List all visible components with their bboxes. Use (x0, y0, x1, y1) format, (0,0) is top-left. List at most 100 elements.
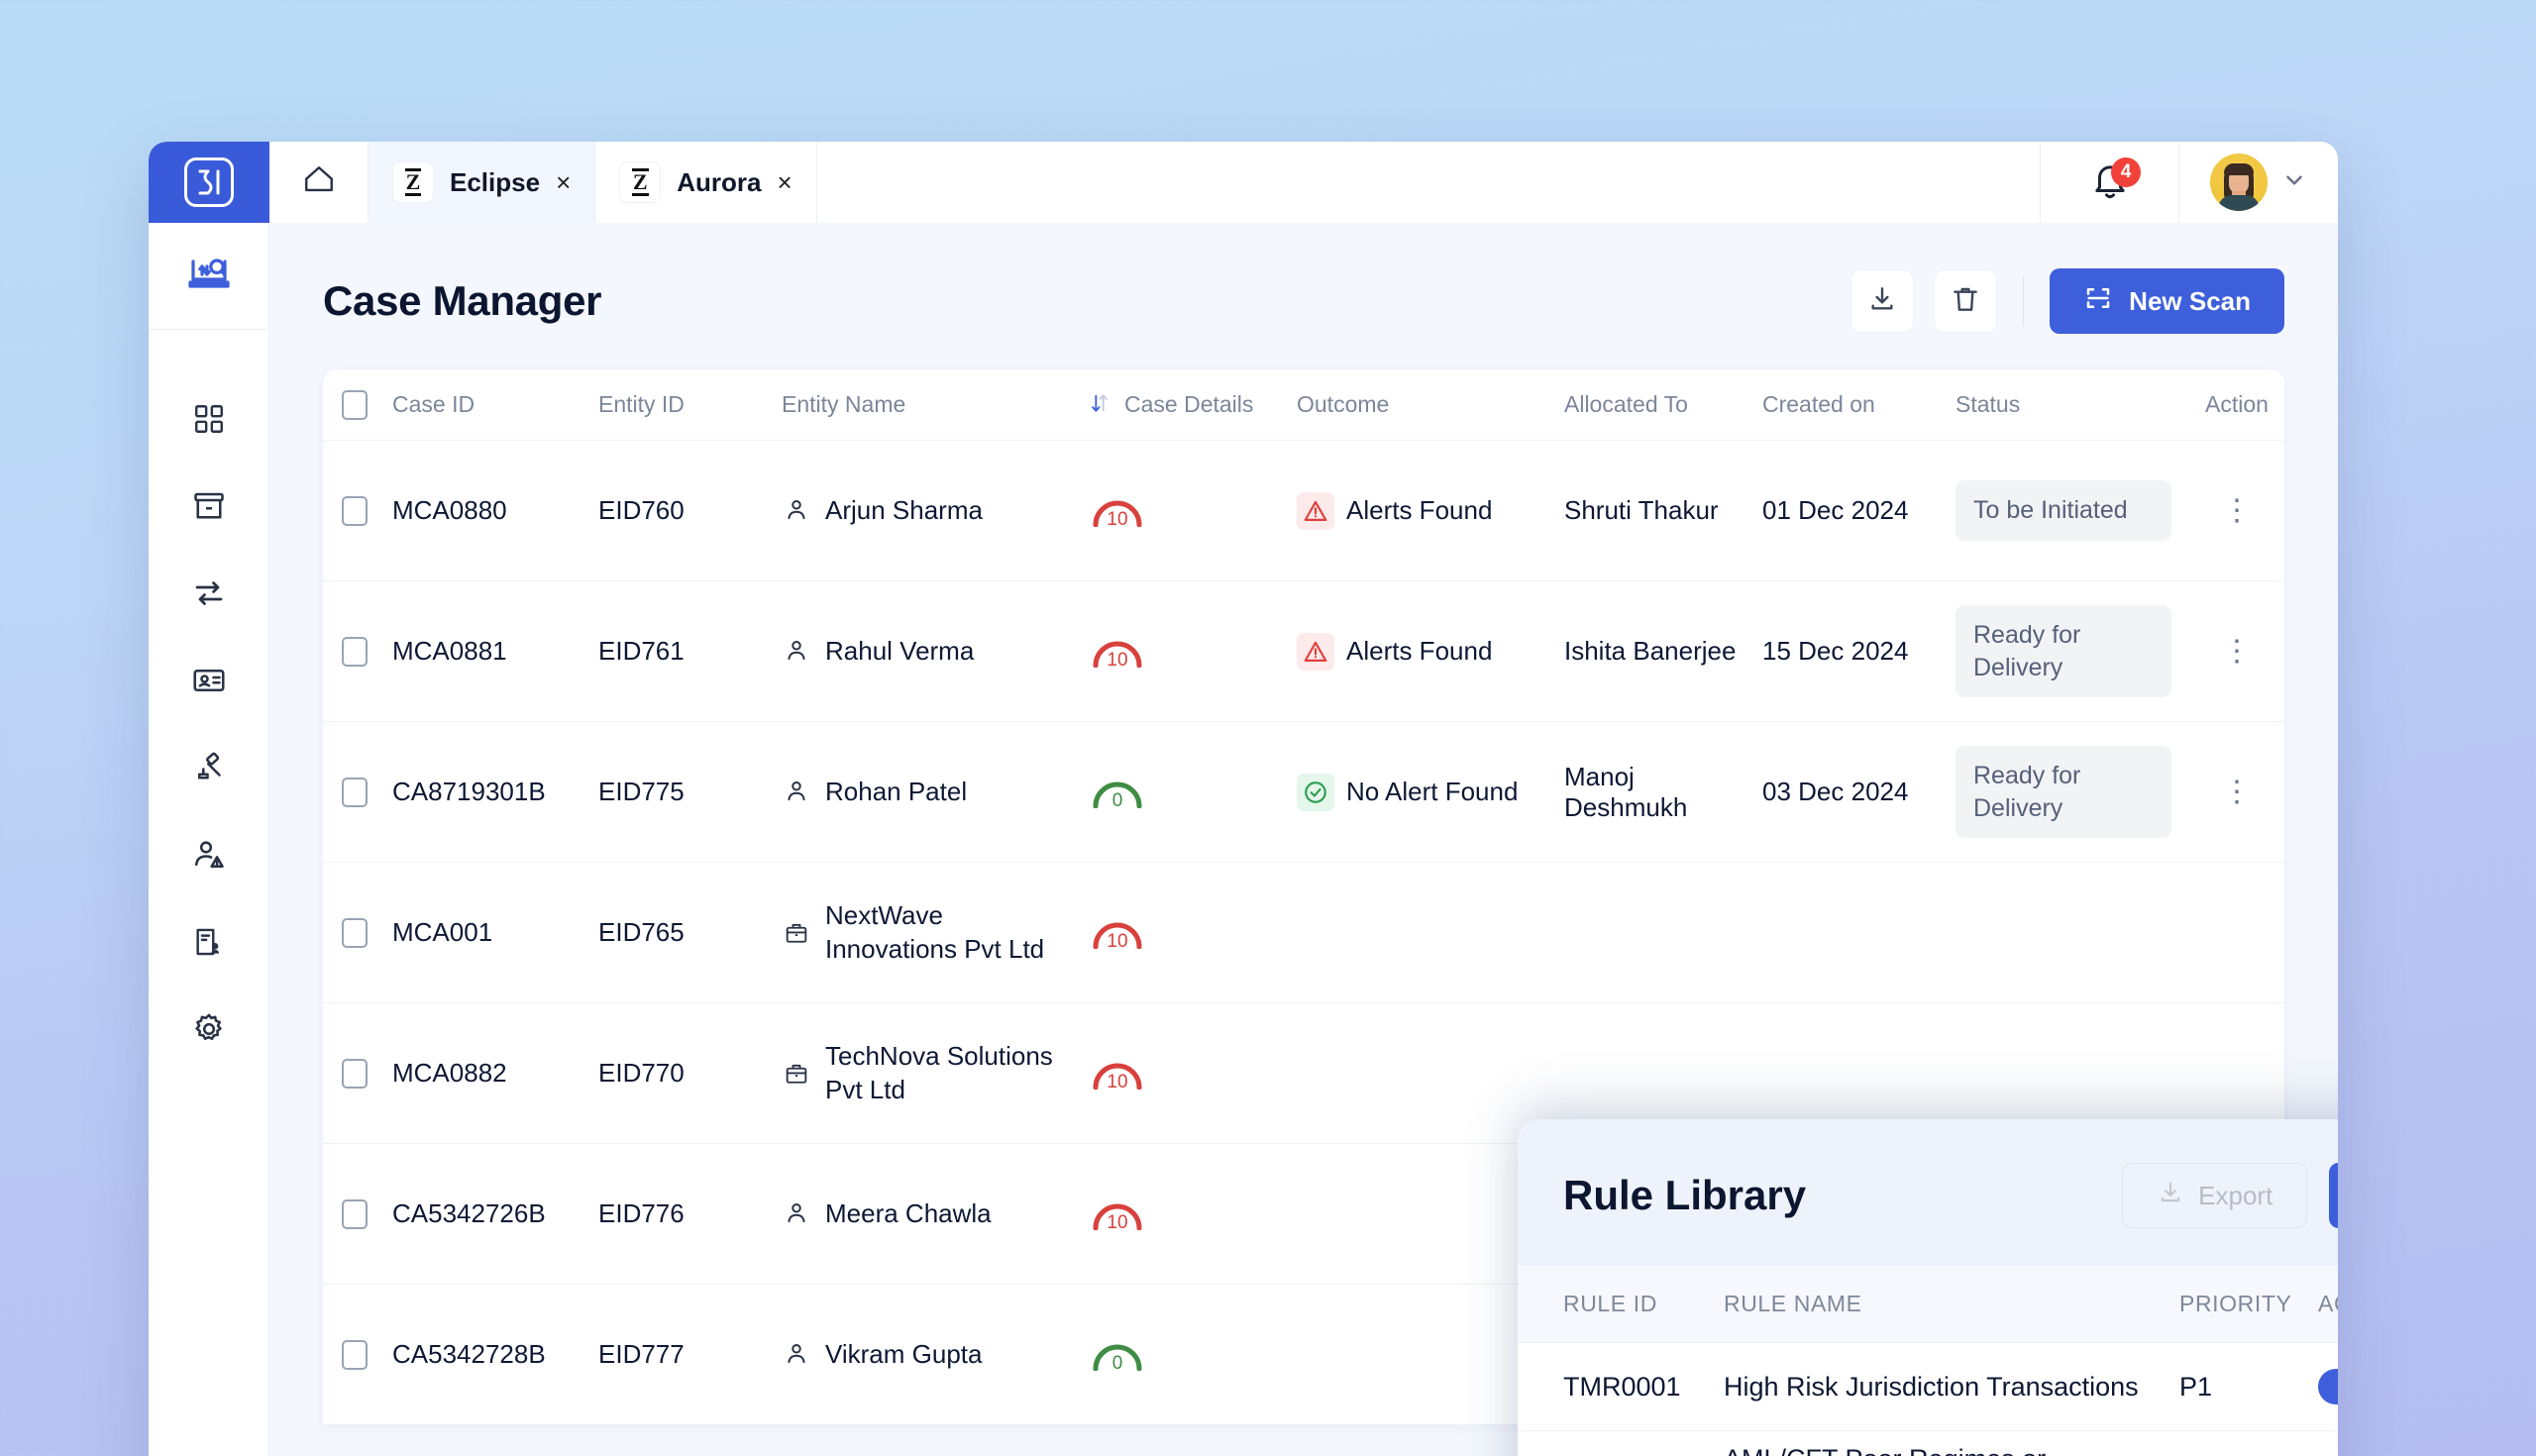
row-menu-icon[interactable]: ⋮ (2222, 777, 2252, 806)
rule-library-actions: Export + Create new Rule (2122, 1163, 2338, 1228)
outcome-label: Alerts Found (1346, 636, 1493, 666)
row-checkbox[interactable] (323, 777, 386, 807)
column-header-case-details-label: Case Details (1124, 391, 1254, 417)
brand-logo[interactable] (149, 142, 269, 223)
chevron-down-icon (2281, 167, 2307, 198)
header-divider (2023, 276, 2025, 326)
row-checkbox[interactable] (323, 636, 386, 667)
cell-case-details: 0 (1083, 1337, 1291, 1374)
checkbox-icon[interactable] (342, 1058, 368, 1089)
column-header-case-id[interactable]: Case ID (386, 391, 592, 418)
column-header-entity-name[interactable]: Entity Name (776, 391, 1083, 418)
risk-score-gauge: 10 (1089, 634, 1146, 671)
risk-score-value: 10 (1107, 508, 1128, 530)
risk-score-gauge: 10 (1089, 1056, 1146, 1092)
column-header-case-details[interactable]: Case Details (1083, 390, 1291, 420)
table-row[interactable]: MCA0880 EID760 Arjun Sharma 10 Alerts Found S… (323, 441, 2284, 581)
tab-aurora[interactable]: Z Aurora × (595, 142, 817, 223)
sidebar-item-user-alert[interactable] (187, 835, 231, 879)
checkbox-icon[interactable] (342, 917, 368, 948)
cell-action[interactable]: ⋮ (2177, 495, 2284, 525)
row-checkbox[interactable] (323, 1058, 386, 1089)
checkbox-icon[interactable] (342, 1198, 368, 1229)
sidebar-item-scan[interactable] (149, 223, 268, 330)
rule-table-row[interactable]: TMR0001 High Risk Jurisdiction Transactio… (1518, 1343, 2338, 1431)
page-header-actions: New Scan (1850, 268, 2284, 334)
cell-case-details: 0 (1083, 775, 1291, 811)
sidebar-item-settings[interactable] (187, 1009, 231, 1053)
sort-down-arrow-icon[interactable] (1089, 390, 1110, 420)
risk-score-gauge: 10 (1089, 1196, 1146, 1233)
risk-score-value: 10 (1107, 1211, 1128, 1233)
checkbox-icon[interactable] (342, 389, 368, 420)
row-menu-icon[interactable]: ⋮ (2222, 495, 2252, 525)
risk-score-value: 10 (1107, 649, 1128, 671)
checkbox-icon[interactable] (342, 495, 368, 526)
home-tab[interactable] (269, 142, 369, 223)
app-window: Z Eclipse × Z Aurora × 4 Case Manager Ne… (149, 142, 2338, 1456)
column-header-outcome[interactable]: Outcome (1291, 391, 1558, 418)
column-header-entity-id[interactable]: Entity ID (592, 391, 776, 418)
tab-close-icon[interactable]: × (778, 169, 792, 195)
checkbox-icon[interactable] (342, 1339, 368, 1370)
delete-button[interactable] (1934, 269, 1998, 333)
status-badge: To be Initiated (1955, 480, 2171, 541)
sidebar-item-archive[interactable] (187, 486, 231, 530)
table-row[interactable]: MCA0881 EID761 Rahul Verma 10 Alerts Found Is… (323, 581, 2284, 722)
row-checkbox[interactable] (323, 495, 386, 526)
column-header-allocated-to[interactable]: Allocated To (1558, 391, 1756, 418)
sidebar-item-dashboard[interactable] (187, 399, 231, 443)
avatar (2210, 154, 2268, 211)
sidebar-item-legal[interactable] (187, 748, 231, 791)
cell-status: Ready for Delivery (1950, 746, 2177, 838)
tab-eclipse[interactable]: Z Eclipse × (369, 142, 596, 223)
export-button[interactable]: Export (2122, 1163, 2308, 1228)
company-briefcase-icon (782, 1060, 811, 1088)
rule-table-row[interactable]: TMR0002AML/CFT Poor Regimes or Corruptio… (1518, 1431, 2338, 1456)
rule-enabled-toggle[interactable] (2318, 1369, 2338, 1404)
new-scan-label: New Scan (2129, 285, 2251, 316)
table-row[interactable]: CA8719301B EID775 Rohan Patel 0 No Alert Fou… (323, 722, 2284, 863)
table-row[interactable]: MCA001 EID765 NextWave Innovations Pvt Ltd… (323, 863, 2284, 1003)
tab-close-icon[interactable]: × (556, 169, 571, 195)
trash-icon (1950, 283, 1981, 320)
cell-case-id: MCA001 (392, 917, 493, 947)
cell-case-id: MCA0880 (392, 495, 507, 525)
cell-rule-toggle[interactable] (2310, 1369, 2338, 1404)
person-icon (782, 496, 811, 524)
risk-score-value: 0 (1111, 789, 1123, 811)
alert-warning-icon (1297, 491, 1334, 530)
risk-score-value: 10 (1107, 930, 1128, 952)
column-header-rule-name: RULE NAME (1724, 1291, 1862, 1316)
cell-action[interactable]: ⋮ (2177, 636, 2284, 666)
cell-case-id: CA5342728B (392, 1339, 546, 1369)
sidebar-item-reports[interactable] (187, 922, 231, 966)
create-new-rule-button[interactable]: + Create new Rule (2329, 1163, 2338, 1228)
cell-entity-name: Arjun Sharma (776, 494, 1083, 527)
cell-entity-id: EID765 (598, 917, 685, 947)
notifications-button[interactable]: 4 (2041, 142, 2179, 223)
user-menu[interactable] (2179, 142, 2338, 223)
sidebar-item-id-card[interactable] (187, 661, 231, 704)
download-button[interactable] (1850, 269, 1915, 333)
cell-entity-id: EID775 (598, 777, 685, 806)
new-scan-button[interactable]: New Scan (2050, 268, 2284, 334)
row-checkbox[interactable] (323, 1198, 386, 1229)
select-all-checkbox[interactable] (323, 389, 386, 420)
risk-score-gauge: 10 (1089, 915, 1146, 952)
row-menu-icon[interactable]: ⋮ (2222, 636, 2252, 666)
cell-case-details: 10 (1083, 493, 1291, 530)
download-icon (2157, 1179, 2184, 1213)
sidebar-item-transactions[interactable] (187, 573, 231, 617)
scan-frame-icon (2083, 283, 2113, 320)
column-header-created-on[interactable]: Created on (1756, 391, 1950, 418)
cell-action[interactable]: ⋮ (2177, 777, 2284, 806)
cell-entity-name: TechNova Solutions Pvt Ltd (776, 1040, 1083, 1106)
row-checkbox[interactable] (323, 917, 386, 948)
checkbox-icon[interactable] (342, 636, 368, 667)
row-checkbox[interactable] (323, 1339, 386, 1370)
checkbox-icon[interactable] (342, 777, 368, 807)
tab-bar-spacer (817, 142, 2041, 223)
cell-case-id: MCA0881 (392, 636, 507, 666)
column-header-status[interactable]: Status (1950, 391, 2177, 418)
